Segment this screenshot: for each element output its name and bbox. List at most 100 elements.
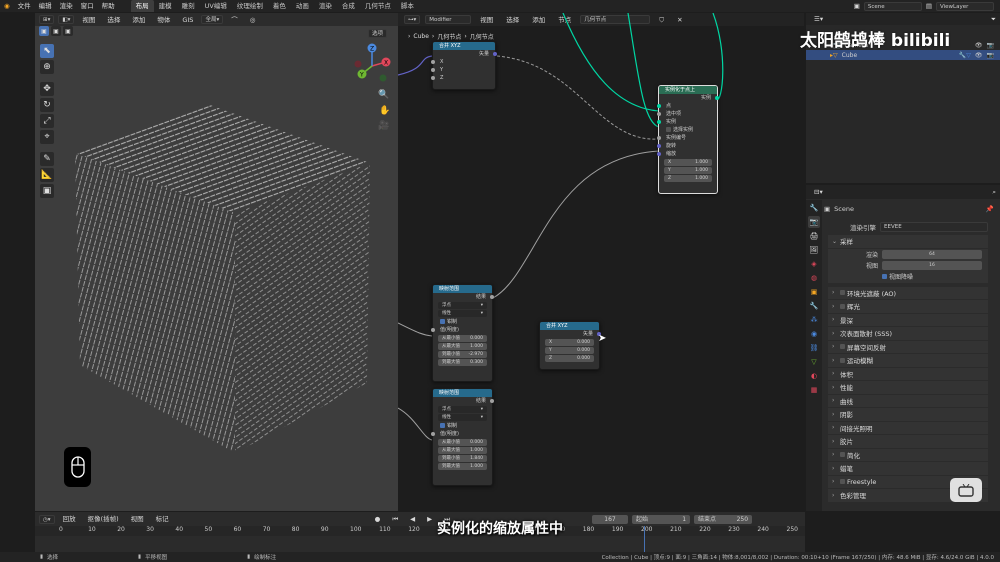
- socket-dot[interactable]: [493, 52, 497, 56]
- material-tab-icon[interactable]: ◐: [808, 370, 820, 382]
- menu-window[interactable]: 窗口: [77, 0, 98, 12]
- checkbox[interactable]: [840, 452, 845, 458]
- viewport-menu-object[interactable]: 物体: [153, 14, 174, 26]
- node-combine-xyz-top[interactable]: 合并 XYZ 矢量 X Y Z: [431, 41, 497, 90]
- panel-curves[interactable]: › 曲线: [828, 394, 988, 408]
- object-mode-dropdown[interactable]: ◧▾: [58, 15, 75, 24]
- socket-dot[interactable]: [431, 76, 435, 80]
- render-tab-icon[interactable]: 📷: [808, 216, 820, 228]
- panel-film[interactable]: › 胶片: [828, 435, 988, 449]
- to-min-field[interactable]: 到最小值 1.840: [438, 455, 487, 462]
- menu-edit[interactable]: 编辑: [35, 0, 56, 12]
- viewport-menu-add[interactable]: 添加: [128, 14, 149, 26]
- scale-tool-icon[interactable]: ⤢: [40, 114, 54, 128]
- socket-dot[interactable]: [657, 104, 661, 108]
- checkbox[interactable]: [840, 290, 845, 296]
- render-samples-field[interactable]: 64: [882, 249, 982, 259]
- data-type-dropdown[interactable]: 浮点 ▾: [438, 302, 487, 309]
- viewport-options-button[interactable]: 选项: [368, 29, 388, 38]
- measure-tool-icon[interactable]: 📐: [40, 168, 54, 182]
- data-type-dropdown[interactable]: 浮点 ▾: [438, 406, 487, 413]
- panel-dof[interactable]: › 景深: [828, 313, 988, 327]
- constraints-tab-icon[interactable]: ⛓: [808, 342, 820, 354]
- socket-dot[interactable]: [431, 328, 435, 332]
- annotate-tool-icon[interactable]: ✎: [40, 152, 54, 166]
- render-engine-dropdown[interactable]: EEVEE: [880, 221, 988, 232]
- navigation-gizmo[interactable]: X Z Y: [350, 42, 394, 86]
- workspace-tab-texture-paint[interactable]: 纹理绘制: [232, 0, 268, 12]
- node-map-range-2[interactable]: 映射范围 结果 浮点 ▾ 线性 ▾ 钳制 值(明度) 从最小值 0.000 从最大值 1…: [431, 388, 494, 486]
- socket-dot[interactable]: [431, 432, 435, 436]
- properties-type-icon[interactable]: ⊟▾: [810, 186, 827, 198]
- interpolation-dropdown[interactable]: 线性 ▾: [438, 414, 487, 421]
- scene-tab-icon[interactable]: ◈: [808, 258, 820, 270]
- checkbox[interactable]: [840, 479, 845, 485]
- to-max-field[interactable]: 到最大值 1.000: [438, 463, 487, 470]
- socket-dot[interactable]: [657, 144, 661, 148]
- panel-ssr[interactable]: › 屏幕空间反射: [828, 340, 988, 354]
- select-tool-icon[interactable]: ⬉: [40, 44, 54, 58]
- panel-indirect-lighting[interactable]: › 间接光照明: [828, 421, 988, 435]
- blender-logo-icon[interactable]: ◉: [0, 0, 14, 12]
- z-field[interactable]: Z 0.000: [545, 355, 594, 362]
- scale-y-field[interactable]: Y 1.000: [664, 167, 712, 174]
- select-extend-icon[interactable]: ▣: [51, 26, 61, 36]
- panel-volumetrics[interactable]: › 体积: [828, 367, 988, 381]
- transform-tool-icon[interactable]: ⌖: [40, 130, 54, 144]
- socket-dot[interactable]: [490, 295, 494, 299]
- filter-icon[interactable]: ⏷: [987, 13, 1000, 25]
- visibility-eye-icon[interactable]: 👁: [975, 42, 983, 49]
- pan-hand-icon[interactable]: ✋: [379, 106, 390, 116]
- output-tab-icon[interactable]: 🖨: [808, 230, 820, 242]
- socket-dot[interactable]: [715, 96, 719, 100]
- scale-z-field[interactable]: Z 1.000: [664, 175, 712, 182]
- view-layer-tab-icon[interactable]: 🖼: [808, 244, 820, 256]
- workspace-tab-compositing[interactable]: 合成: [337, 0, 360, 12]
- render-camera-icon[interactable]: 📷: [987, 42, 994, 49]
- node-instance-on-points[interactable]: 实例化于点上 实例 点 选中项 实例 选择实例 实例编号 旋转 缩放 X 1.00…: [657, 85, 719, 194]
- checkbox[interactable]: [840, 303, 845, 309]
- camera-view-icon[interactable]: 🎥: [378, 121, 389, 131]
- object-tab-icon[interactable]: ▣: [808, 286, 820, 298]
- menu-file[interactable]: 文件: [14, 0, 35, 12]
- to-min-field[interactable]: 到最小值 -2.970: [438, 351, 487, 358]
- editor-type-icon[interactable]: ⊞▾: [39, 15, 55, 24]
- checkbox[interactable]: [840, 344, 845, 350]
- workspace-tab-scripting[interactable]: 脚本: [396, 0, 419, 12]
- checkbox[interactable]: [840, 357, 845, 363]
- select-subtract-icon[interactable]: ▣: [63, 26, 73, 36]
- from-max-field[interactable]: 从最大值 1.000: [438, 343, 487, 350]
- data-tab-icon[interactable]: ▽: [808, 356, 820, 368]
- panel-motion-blur[interactable]: › 运动模糊: [828, 354, 988, 368]
- transform-orientation-dropdown[interactable]: 全局▾: [201, 15, 224, 24]
- viewport-menu-view[interactable]: 视图: [78, 14, 99, 26]
- workspace-tab-modeling[interactable]: 建模: [154, 0, 177, 12]
- outliner-item-cube[interactable]: ▸▽ Cube 🔧▽ 👁 📷: [806, 50, 1000, 60]
- checkbox[interactable]: [440, 319, 445, 324]
- from-max-field[interactable]: 从最大值 1.000: [438, 447, 487, 454]
- view-layer-selector[interactable]: ViewLayer: [936, 1, 994, 11]
- particles-tab-icon[interactable]: ⁂: [808, 314, 820, 326]
- world-tab-icon[interactable]: ◍: [808, 272, 820, 284]
- checkbox[interactable]: [666, 127, 671, 132]
- clamp-checkbox-row[interactable]: 钳制: [433, 318, 492, 326]
- modifier-tab-icon[interactable]: 🔧: [808, 300, 820, 312]
- viewport-menu-gis[interactable]: GIS: [178, 14, 197, 26]
- socket-dot[interactable]: [657, 136, 661, 140]
- to-max-field[interactable]: 到最大值 0.300: [438, 359, 487, 366]
- socket-dot[interactable]: [657, 152, 661, 156]
- clamp-checkbox-row[interactable]: 钳制: [433, 422, 492, 430]
- texture-tab-icon[interactable]: ▦: [808, 384, 820, 396]
- socket-dot[interactable]: [431, 60, 435, 64]
- move-tool-icon[interactable]: ✥: [40, 82, 54, 96]
- zoom-icon[interactable]: 🔍: [378, 90, 389, 100]
- socket-dot[interactable]: [657, 120, 661, 124]
- scene-selector[interactable]: Scene: [863, 1, 922, 11]
- workspace-tab-layout[interactable]: 布局: [130, 0, 154, 12]
- viewport-samples-field[interactable]: 16: [882, 260, 982, 270]
- from-min-field[interactable]: 从最小值 0.000: [438, 439, 487, 446]
- panel-bloom[interactable]: › 辉光: [828, 300, 988, 314]
- render-camera-icon[interactable]: 📷: [987, 52, 994, 59]
- workspace-tab-rendering[interactable]: 渲染: [314, 0, 337, 12]
- pin-icon[interactable]: 📌: [986, 205, 994, 213]
